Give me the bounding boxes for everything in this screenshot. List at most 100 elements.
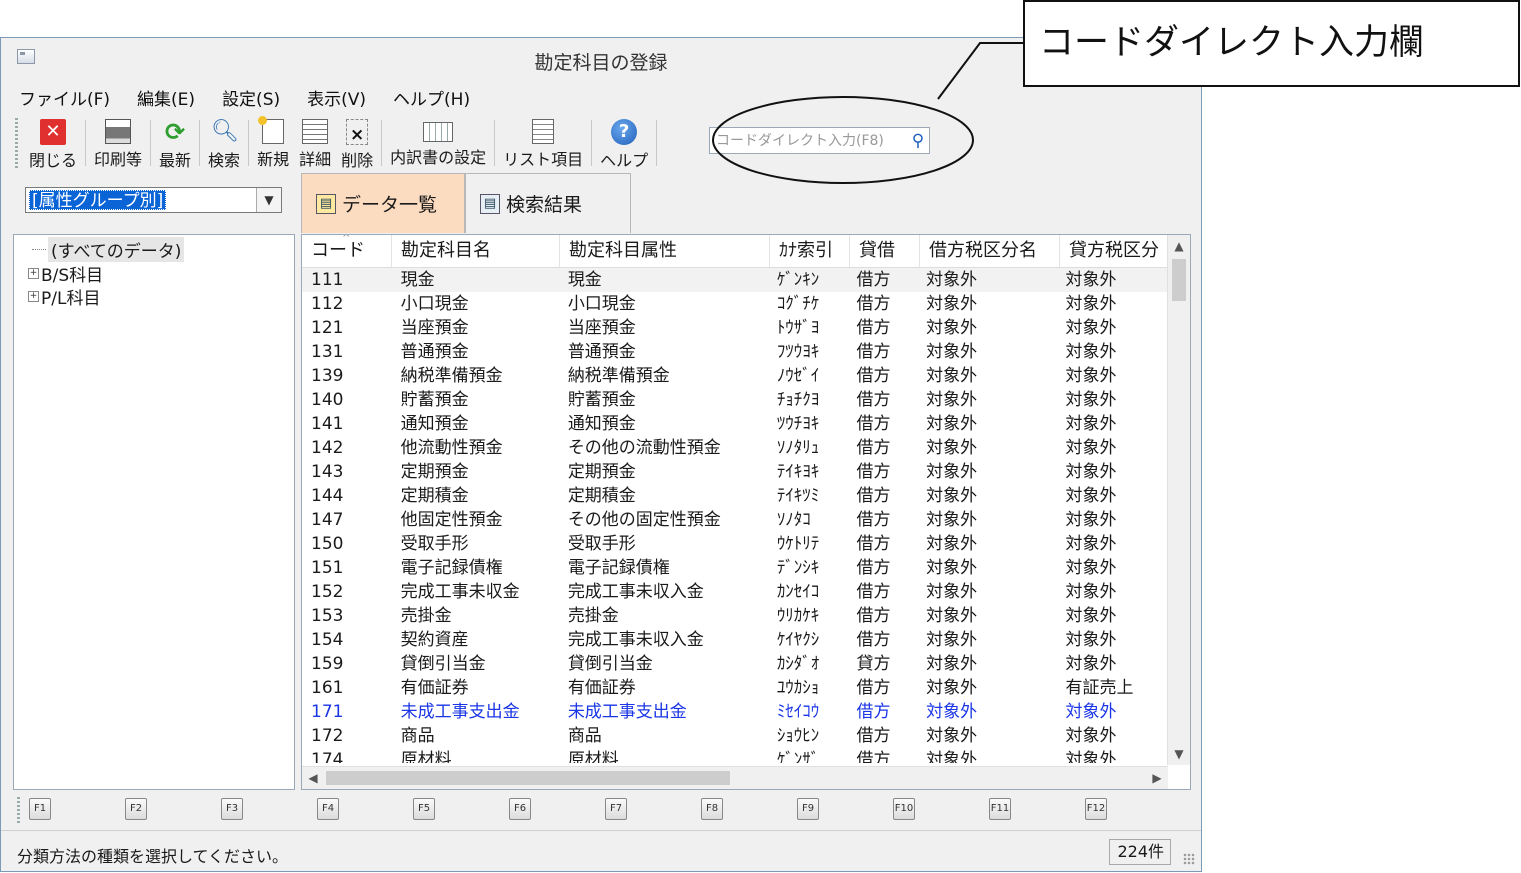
scroll-right-icon[interactable]: ▶ xyxy=(1146,767,1168,789)
table-row[interactable]: 147 他固定性預金 その他の固定性預金 ｿﾉﾀｺ 借方 対象外 対象外 xyxy=(302,508,1168,532)
table-row[interactable]: 150 受取手形 受取手形 ｳｹﾄﾘﾃ 借方 対象外 対象外 xyxy=(302,532,1168,556)
column-header[interactable]: ｶﾅ索引 xyxy=(770,235,850,267)
column-header[interactable]: 借方税区分名 xyxy=(920,235,1060,267)
menu-settings[interactable]: 設定(S) xyxy=(222,83,280,111)
table-cell: 対象外 xyxy=(926,294,978,314)
fkey-f10-button[interactable]: F10 xyxy=(893,798,915,820)
search-button[interactable]: 🔍︎ 検索 xyxy=(203,116,245,170)
fkey-f1-button[interactable]: F1 xyxy=(29,798,51,820)
refresh-button[interactable]: ⟳ 最新 xyxy=(154,116,196,170)
chevron-down-icon[interactable]: ▼ xyxy=(256,188,281,212)
table-row[interactable]: 144 定期積金 定期積金 ﾃｲｷﾂﾐ 借方 対象外 対象外 xyxy=(302,484,1168,508)
column-header[interactable]: 貸方税区分 xyxy=(1060,235,1172,267)
table-cell: 定期積金 xyxy=(400,486,469,506)
table-row[interactable]: 140 貯蓄預金 貯蓄預金 ﾁｮﾁｸﾖ 借方 対象外 対象外 xyxy=(302,388,1168,412)
table-row[interactable]: 172 商品 商品 ｼｮｳﾋﾝ 借方 対象外 対象外 xyxy=(302,724,1168,748)
table-row[interactable]: 152 完成工事未収金 完成工事未収入金 ｶﾝｾｲｺ 借方 対象外 対象外 xyxy=(302,580,1168,604)
table-cell: ﾐｾｲｺｳ xyxy=(776,702,820,722)
horizontal-scrollbar[interactable]: ◀ ▶ xyxy=(302,766,1168,789)
fkey-f4-button[interactable]: F4 xyxy=(317,798,339,820)
menu-view[interactable]: 表示(V) xyxy=(307,83,366,111)
table-row[interactable]: 131 普通預金 普通預金 ﾌﾂｳﾖｷ 借方 対象外 対象外 xyxy=(302,340,1168,364)
fkey-f6-button[interactable]: F6 xyxy=(509,798,531,820)
close-button[interactable]: ✕ 閉じる xyxy=(24,116,82,170)
expand-icon[interactable]: + xyxy=(28,268,39,279)
code-direct-input-box: ⚲ xyxy=(709,127,930,154)
tree-item-pl[interactable]: + P/L科目 xyxy=(28,284,100,309)
column-header[interactable]: 勘定科目属性 xyxy=(560,235,770,267)
table-row[interactable]: 159 貸倒引当金 貸倒引当金 ｶｼﾀﾞｵ 貸方 対象外 対象外 xyxy=(302,652,1168,676)
search-label: 検索 xyxy=(208,151,241,170)
column-header[interactable]: 貸借 xyxy=(850,235,920,267)
table-row[interactable]: 142 他流動性預金 その他の流動性預金 ｿﾉﾀﾘｭ 借方 対象外 対象外 xyxy=(302,436,1168,460)
tab-data-list[interactable]: ▤ データ一覧 xyxy=(301,173,465,233)
print-button[interactable]: 印刷等 xyxy=(89,116,147,170)
search-icon[interactable]: ⚲ xyxy=(907,130,929,152)
table-cell: 対象外 xyxy=(1065,750,1117,763)
resize-grip-icon[interactable] xyxy=(1183,853,1195,865)
delete-button[interactable]: × 削除 xyxy=(336,116,378,170)
scroll-down-icon[interactable]: ▼ xyxy=(1168,743,1190,765)
tree-item-all[interactable]: (すべてのデータ) xyxy=(32,237,185,262)
window-title: 勘定科目の登録 xyxy=(534,52,668,74)
table-row[interactable]: 161 有価証券 有価証券 ﾕｳｶｼｮ 借方 対象外 有証売上 xyxy=(302,676,1168,700)
tree-item-bs[interactable]: + B/S科目 xyxy=(28,261,103,286)
table-cell: 商品 xyxy=(400,726,435,746)
menu-edit[interactable]: 編集(E) xyxy=(137,83,195,111)
column-header[interactable]: 勘定科目名 xyxy=(392,235,560,267)
table-row[interactable]: 139 納税準備預金 納税準備預金 ﾉｳｾﾞｲ 借方 対象外 対象外 xyxy=(302,364,1168,388)
code-direct-input[interactable] xyxy=(710,132,907,149)
table-cell: 139 xyxy=(311,366,344,386)
toolbar: ✕ 閉じる 印刷等 ⟳ 最新 🔍︎ 検索 新規 詳細 × 削除 内訳書の設定 リ… xyxy=(15,116,660,172)
fkey-f2-button[interactable]: F2 xyxy=(125,798,147,820)
menu-file[interactable]: ファイル(F) xyxy=(19,83,110,111)
table-row[interactable]: 141 通知預金 通知預金 ﾂｳﾁﾖｷ 借方 対象外 対象外 xyxy=(302,412,1168,436)
toolbar-separator xyxy=(199,120,201,166)
table-cell: 有価証券 xyxy=(400,678,469,698)
tab-search-results[interactable]: ▤ 検索結果 xyxy=(465,173,631,233)
group-select[interactable]: [属性グループ別] ▼ xyxy=(25,187,282,213)
fkey-f7-button[interactable]: F7 xyxy=(605,798,627,820)
tab-data-list-label: データ一覧 xyxy=(342,194,438,216)
horizontal-scroll-thumb[interactable] xyxy=(326,771,730,785)
table-cell: ﾉｳｾﾞｲ xyxy=(776,366,820,386)
fkey-f11-button[interactable]: F11 xyxy=(989,798,1011,820)
table-cell: 対象外 xyxy=(1065,366,1117,386)
table-row[interactable]: 174 原材料 原材料 ｹﾞﾝｻﾞ 借方 対象外 対象外 xyxy=(302,748,1168,763)
fkey-f3-button[interactable]: F3 xyxy=(221,798,243,820)
table-cell: 借方 xyxy=(856,270,891,290)
vertical-scrollbar[interactable]: ▲ ▼ xyxy=(1167,235,1190,765)
column-header[interactable]: コード ^ xyxy=(302,235,392,267)
table-row[interactable]: 154 契約資産 完成工事未収入金 ｹｲﾔｸｼ 借方 対象外 対象外 xyxy=(302,628,1168,652)
scroll-up-icon[interactable]: ▲ xyxy=(1168,235,1190,257)
new-button[interactable]: 新規 xyxy=(252,116,294,170)
fkey-f8-button[interactable]: F8 xyxy=(701,798,723,820)
table-row[interactable]: 111 現金 現金 ｹﾞﾝｷﾝ 借方 対象外 対象外 xyxy=(302,268,1168,292)
fkey-f5-button[interactable]: F5 xyxy=(413,798,435,820)
scroll-left-icon[interactable]: ◀ xyxy=(302,767,324,789)
title-bar[interactable]: 勘定科目の登録 xyxy=(1,38,1201,80)
table-row[interactable]: 143 定期預金 定期預金 ﾃｲｷﾖｷ 借方 対象外 対象外 xyxy=(302,460,1168,484)
help-button[interactable]: ? ヘルプ xyxy=(595,116,653,170)
table-cell: 受取手形 xyxy=(567,534,636,554)
expand-icon[interactable]: + xyxy=(28,291,39,302)
table-cell: 借方 xyxy=(856,582,891,602)
fkey-f9-button[interactable]: F9 xyxy=(797,798,819,820)
menu-help[interactable]: ヘルプ(H) xyxy=(393,83,470,111)
table-row[interactable]: 121 当座預金 当座預金 ﾄｳｻﾞﾖ 借方 対象外 対象外 xyxy=(302,316,1168,340)
table-cell: 112 xyxy=(311,294,344,314)
table-row[interactable]: 171 未成工事支出金 未成工事支出金 ﾐｾｲｺｳ 借方 対象外 対象外 xyxy=(302,700,1168,724)
table-row[interactable]: 151 電子記録債権 電子記録債権 ﾃﾞﾝｼｷ 借方 対象外 対象外 xyxy=(302,556,1168,580)
toolbar-grip[interactable] xyxy=(15,118,18,168)
tab-search-results-label: 検索結果 xyxy=(506,194,583,216)
vertical-scroll-thumb[interactable] xyxy=(1172,259,1186,301)
table-row[interactable]: 153 売掛金 売掛金 ｳﾘｶｹｷ 借方 対象外 対象外 xyxy=(302,604,1168,628)
fkey-grip[interactable] xyxy=(17,797,20,823)
detail-button[interactable]: 詳細 xyxy=(294,116,336,170)
list-items-button[interactable]: リスト項目 xyxy=(498,116,588,170)
fkey-f12-button[interactable]: F12 xyxy=(1085,798,1107,820)
table-row[interactable]: 112 小口現金 小口現金 ｺｸﾞﾁｹ 借方 対象外 対象外 xyxy=(302,292,1168,316)
breakdown-settings-button[interactable]: 内訳書の設定 xyxy=(385,116,491,170)
table-cell: ﾄｳｻﾞﾖ xyxy=(776,318,820,338)
tree-item-label: P/L科目 xyxy=(41,289,101,309)
